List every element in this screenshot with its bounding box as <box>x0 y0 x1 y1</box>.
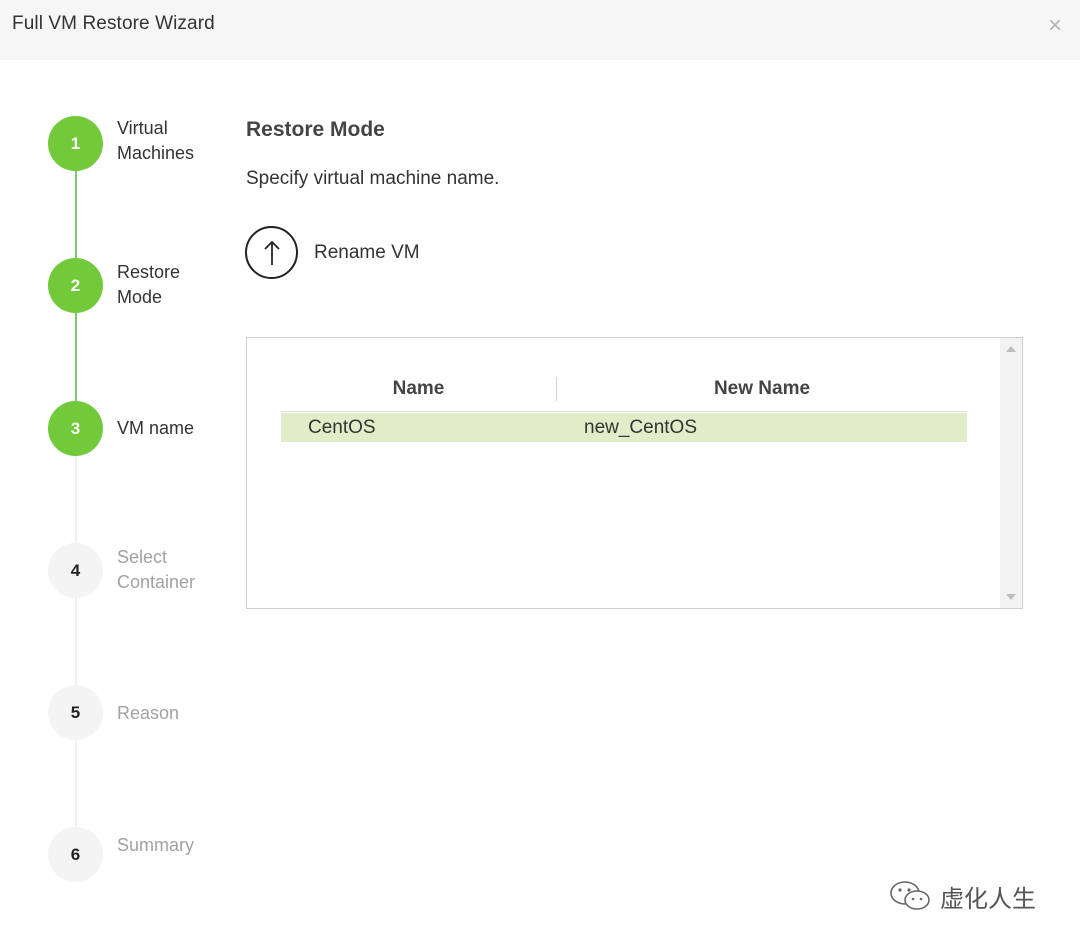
step-1-circle[interactable]: 1 <box>48 116 103 171</box>
vm-name-grid: Name New Name CentOS new_CentOS <box>246 337 1023 609</box>
step-2-circle[interactable]: 2 <box>48 258 103 313</box>
step-3-label[interactable]: VM name <box>117 416 217 441</box>
step-2-label[interactable]: Restore Mode <box>117 260 217 310</box>
section-heading: Restore Mode <box>246 118 385 141</box>
step-5-circle: 5 <box>48 685 103 740</box>
step-connector <box>75 312 77 402</box>
step-connector <box>75 170 77 258</box>
step-connector <box>75 455 77 543</box>
step-6-label: Summary <box>117 835 195 855</box>
column-header-name[interactable]: Name <box>281 378 556 400</box>
scrollbar[interactable] <box>1000 338 1022 608</box>
step-connector <box>75 740 77 828</box>
title-bar: Full VM Restore Wizard × <box>0 0 1080 60</box>
column-header-new-name[interactable]: New Name <box>557 378 967 400</box>
scroll-down-arrow-icon[interactable] <box>1006 594 1016 600</box>
rename-vm-button[interactable]: Rename VM <box>245 226 420 279</box>
cell-new-name[interactable]: new_CentOS <box>584 417 697 439</box>
window-title: Full VM Restore Wizard <box>12 13 215 34</box>
step-3-circle[interactable]: 3 <box>48 401 103 456</box>
cell-name: CentOS <box>308 417 376 438</box>
table-row[interactable]: CentOS new_CentOS <box>281 413 967 442</box>
step-4-circle: 4 <box>48 543 103 598</box>
step-connector <box>75 597 77 685</box>
wechat-icon <box>890 881 930 910</box>
arrow-up-icon[interactable] <box>245 226 298 279</box>
scroll-up-arrow-icon[interactable] <box>1006 346 1016 352</box>
section-description: Specify virtual machine name. <box>246 168 500 189</box>
watermark: 虚化人生 <box>888 878 1036 914</box>
rename-vm-label[interactable]: Rename VM <box>314 242 420 264</box>
step-1-label[interactable]: Virtual Machines <box>117 116 217 166</box>
header-divider <box>281 411 967 412</box>
step-4-label: Select Container <box>117 547 196 592</box>
close-icon[interactable]: × <box>1048 12 1062 40</box>
step-6-circle: 6 <box>48 827 103 882</box>
step-5-label: Reason <box>117 703 180 723</box>
watermark-text: 虚化人生 <box>940 885 1036 913</box>
